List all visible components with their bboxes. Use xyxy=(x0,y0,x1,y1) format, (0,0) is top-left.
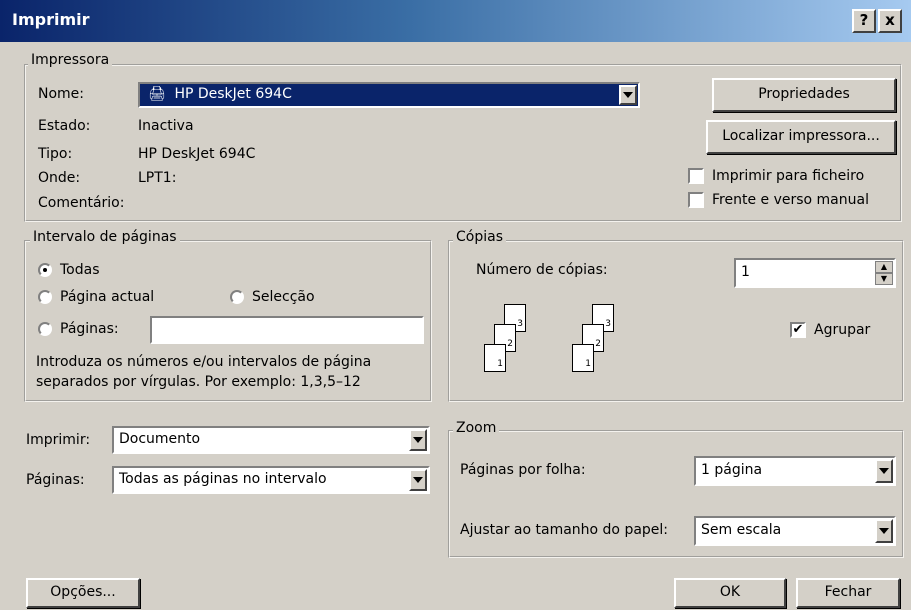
spin-up-icon[interactable]: ▲ xyxy=(875,261,893,273)
manual-duplex-checkbox[interactable] xyxy=(688,192,704,208)
where-value: LPT1: xyxy=(138,170,177,186)
print-to-file-label: Imprimir para ficheiro xyxy=(712,168,865,184)
collate-checkbox[interactable]: ✔ xyxy=(790,322,806,338)
close-window-button[interactable]: x xyxy=(878,9,902,33)
printer-legend: Impressora xyxy=(28,52,113,68)
zoom-legend: Zoom xyxy=(453,420,500,436)
options-button[interactable]: Opções... xyxy=(26,578,140,608)
radio-current-label: Página actual xyxy=(60,289,155,305)
status-value: Inactiva xyxy=(138,118,194,134)
chevron-down-icon[interactable] xyxy=(409,429,427,451)
printer-name-value: HP DeskJet 694C xyxy=(174,86,292,102)
chevron-down-icon[interactable] xyxy=(619,85,637,105)
properties-button[interactable]: Propriedades xyxy=(712,78,896,112)
collate-label: Agrupar xyxy=(814,322,871,338)
copies-number-label: Número de cópias: xyxy=(476,262,608,278)
print-what-value: Documento xyxy=(119,431,201,447)
chevron-down-icon[interactable] xyxy=(875,519,893,543)
printer-icon: 🖨 xyxy=(148,86,166,102)
pages-per-sheet-label: Páginas por folha: xyxy=(460,462,586,478)
radio-all-label: Todas xyxy=(60,262,100,278)
status-label: Estado: xyxy=(38,118,91,134)
window-title: Imprimir xyxy=(12,10,90,29)
page-icon: 1 xyxy=(484,344,506,372)
print-to-file-checkbox[interactable] xyxy=(688,168,704,184)
collate-illustration-2: 3 2 1 xyxy=(568,300,638,390)
print-what-label: Imprimir: xyxy=(26,432,91,448)
scale-to-paper-label: Ajustar ao tamanho do papel: xyxy=(460,522,669,538)
pages-input[interactable] xyxy=(150,316,424,344)
comment-label: Comentário: xyxy=(38,195,125,211)
find-printer-button[interactable]: Localizar impressora... xyxy=(706,120,896,154)
where-label: Onde: xyxy=(38,170,81,186)
copies-number-value: 1 xyxy=(741,264,750,280)
copies-legend: Cópias xyxy=(453,229,506,245)
pages-label: Páginas: xyxy=(26,472,85,488)
title-bar: Imprimir ? x xyxy=(0,0,911,42)
pages-per-sheet-select[interactable]: 1 página xyxy=(694,456,896,486)
radio-selection-label: Selecção xyxy=(252,289,315,305)
printer-name-select[interactable]: 🖨 HP DeskJet 694C xyxy=(138,82,640,108)
chevron-down-icon[interactable] xyxy=(875,459,893,483)
radio-pages[interactable] xyxy=(38,322,52,336)
scale-to-paper-select[interactable]: Sem escala xyxy=(694,516,896,546)
manual-duplex-label: Frente e verso manual xyxy=(712,192,869,208)
type-value: HP DeskJet 694C xyxy=(138,146,256,162)
page-range-legend: Intervalo de páginas xyxy=(30,229,180,245)
help-button[interactable]: ? xyxy=(852,9,876,33)
print-what-select[interactable]: Documento xyxy=(112,426,430,454)
page-range-hint-2: separados por vírgulas. Por exemplo: 1,3… xyxy=(36,374,361,390)
chevron-down-icon[interactable] xyxy=(409,469,427,491)
spin-down-icon[interactable]: ▼ xyxy=(875,273,893,285)
type-label: Tipo: xyxy=(38,146,73,162)
close-button[interactable]: Fechar xyxy=(796,578,900,608)
pages-select[interactable]: Todas as páginas no intervalo xyxy=(112,466,430,494)
scale-to-paper-value: Sem escala xyxy=(701,522,782,538)
radio-current-page[interactable] xyxy=(38,290,52,304)
copies-number-input[interactable]: 1 ▲ ▼ xyxy=(734,258,896,288)
ok-button[interactable]: OK xyxy=(674,578,786,608)
radio-selection[interactable] xyxy=(230,290,244,304)
radio-pages-label: Páginas: xyxy=(60,321,119,337)
printer-name-label: Nome: xyxy=(38,86,85,102)
page-range-hint-1: Introduza os números e/ou intervalos de … xyxy=(36,354,372,370)
radio-all-pages[interactable] xyxy=(38,263,52,277)
pages-per-sheet-value: 1 página xyxy=(701,462,763,478)
pages-select-value: Todas as páginas no intervalo xyxy=(119,471,327,487)
page-icon: 1 xyxy=(572,344,594,372)
collate-illustration-1: 3 2 1 xyxy=(480,300,550,390)
